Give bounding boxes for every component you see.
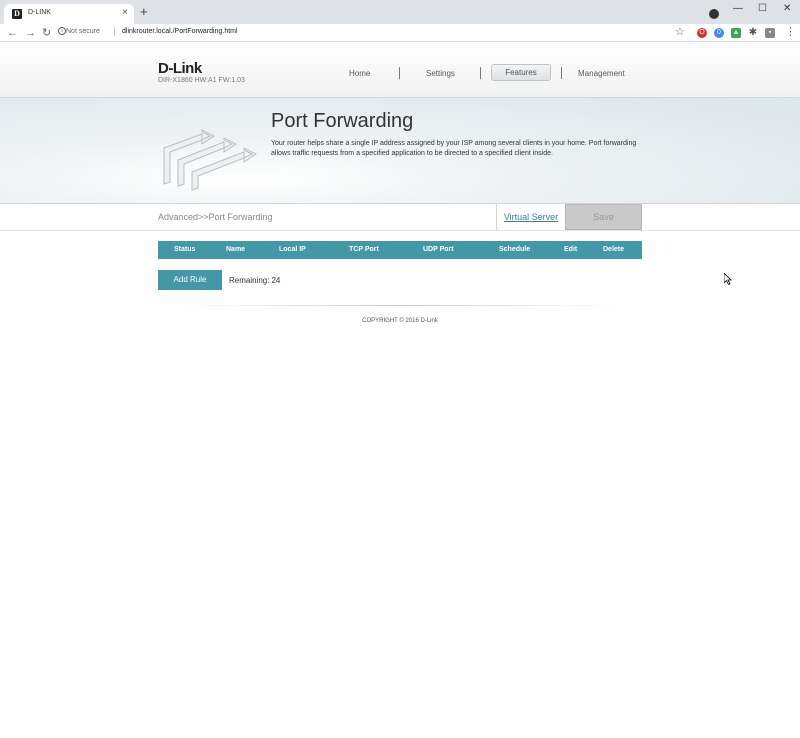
url-divider [114, 27, 115, 36]
url-text[interactable]: dlinkrouter.local./PortForwarding.html [122, 28, 238, 35]
col-status: Status [174, 246, 196, 253]
remaining-label: Remaining: [229, 276, 270, 285]
chrome-menu-icon[interactable]: ⋮ [785, 25, 796, 39]
security-label: Not secure [66, 28, 100, 35]
dlink-logo: D-Link [158, 60, 202, 77]
col-delete: Delete [603, 246, 625, 253]
browser-tab-strip: D D-LINK × + — ☐ ✕ [0, 0, 800, 24]
page-banner: Port Forwarding Your router helps share … [0, 98, 800, 204]
opera-extension-icon[interactable]: O [697, 28, 707, 38]
maximize-button[interactable]: ☐ [758, 3, 767, 14]
save-button[interactable]: Save [565, 204, 642, 230]
page-title: Port Forwarding [271, 110, 414, 132]
breadcrumb: Advanced>>Port Forwarding [158, 212, 273, 222]
bookmark-star-icon[interactable]: ☆ [675, 25, 685, 39]
close-window-button[interactable]: ✕ [783, 3, 791, 14]
nav-divider [561, 67, 562, 79]
remaining-rules: Remaining: 24 [229, 276, 280, 285]
nav-management[interactable]: Management [578, 69, 625, 78]
nav-home[interactable]: Home [349, 69, 370, 78]
nav-features[interactable]: Features [491, 64, 551, 81]
sub-header: Advanced>>Port Forwarding Virtual Server… [0, 204, 800, 231]
nav-divider [480, 67, 481, 79]
router-header: D-Link DIR-X1860 HW:A1 FW:1.03 Home Sett… [0, 42, 800, 98]
nav-divider [399, 67, 400, 79]
profile-avatar-icon[interactable]: ▪ [765, 28, 775, 38]
drive-extension-icon[interactable]: ▲ [731, 28, 741, 38]
forward-button[interactable]: → [25, 26, 36, 40]
browser-tab[interactable]: D D-LINK × [4, 4, 134, 24]
puzzle-extensions-icon[interactable]: ✱ [748, 28, 758, 38]
col-name: Name [226, 246, 246, 253]
extension-blue-icon[interactable]: 0 [714, 28, 724, 38]
col-schedule: Schedule [499, 246, 531, 253]
col-edit: Edit [564, 246, 578, 253]
dlink-favicon-icon: D [12, 9, 22, 19]
browser-toolbar: ← → ↻ i Not secure dlinkrouter.local./Po… [0, 24, 800, 42]
minimize-button[interactable]: — [733, 3, 743, 14]
address-bar[interactable]: i Not secure dlinkrouter.local./PortForw… [58, 26, 673, 40]
profile-icon[interactable] [709, 9, 719, 19]
info-icon[interactable]: i [58, 27, 66, 35]
col-udp-port: UDP Port [423, 246, 454, 253]
new-tab-button[interactable]: + [140, 5, 148, 19]
mouse-cursor-icon [724, 273, 732, 285]
nav-settings[interactable]: Settings [426, 69, 455, 78]
rules-table-header: Status Name Local IP TCP Port UDP Port S… [158, 241, 642, 259]
virtual-server-link[interactable]: Virtual Server [496, 204, 565, 230]
remaining-value: 24 [271, 276, 281, 285]
tab-title: D-LINK [28, 9, 51, 16]
model-info: DIR-X1860 HW:A1 FW:1.03 [158, 77, 245, 84]
tab-close-icon[interactable]: × [122, 7, 128, 18]
add-rule-button[interactable]: Add Rule [158, 270, 222, 290]
copyright: COPYRIGHT © 2016 D-Link [362, 318, 438, 324]
back-button[interactable]: ← [7, 26, 18, 40]
col-local-ip: Local IP [279, 246, 306, 253]
reload-button[interactable]: ↻ [42, 26, 51, 40]
port-forwarding-arrows-icon [163, 129, 257, 191]
col-tcp-port: TCP Port [349, 246, 379, 253]
page-description: Your router helps share a single IP addr… [271, 140, 637, 157]
footer-divider [180, 305, 620, 306]
